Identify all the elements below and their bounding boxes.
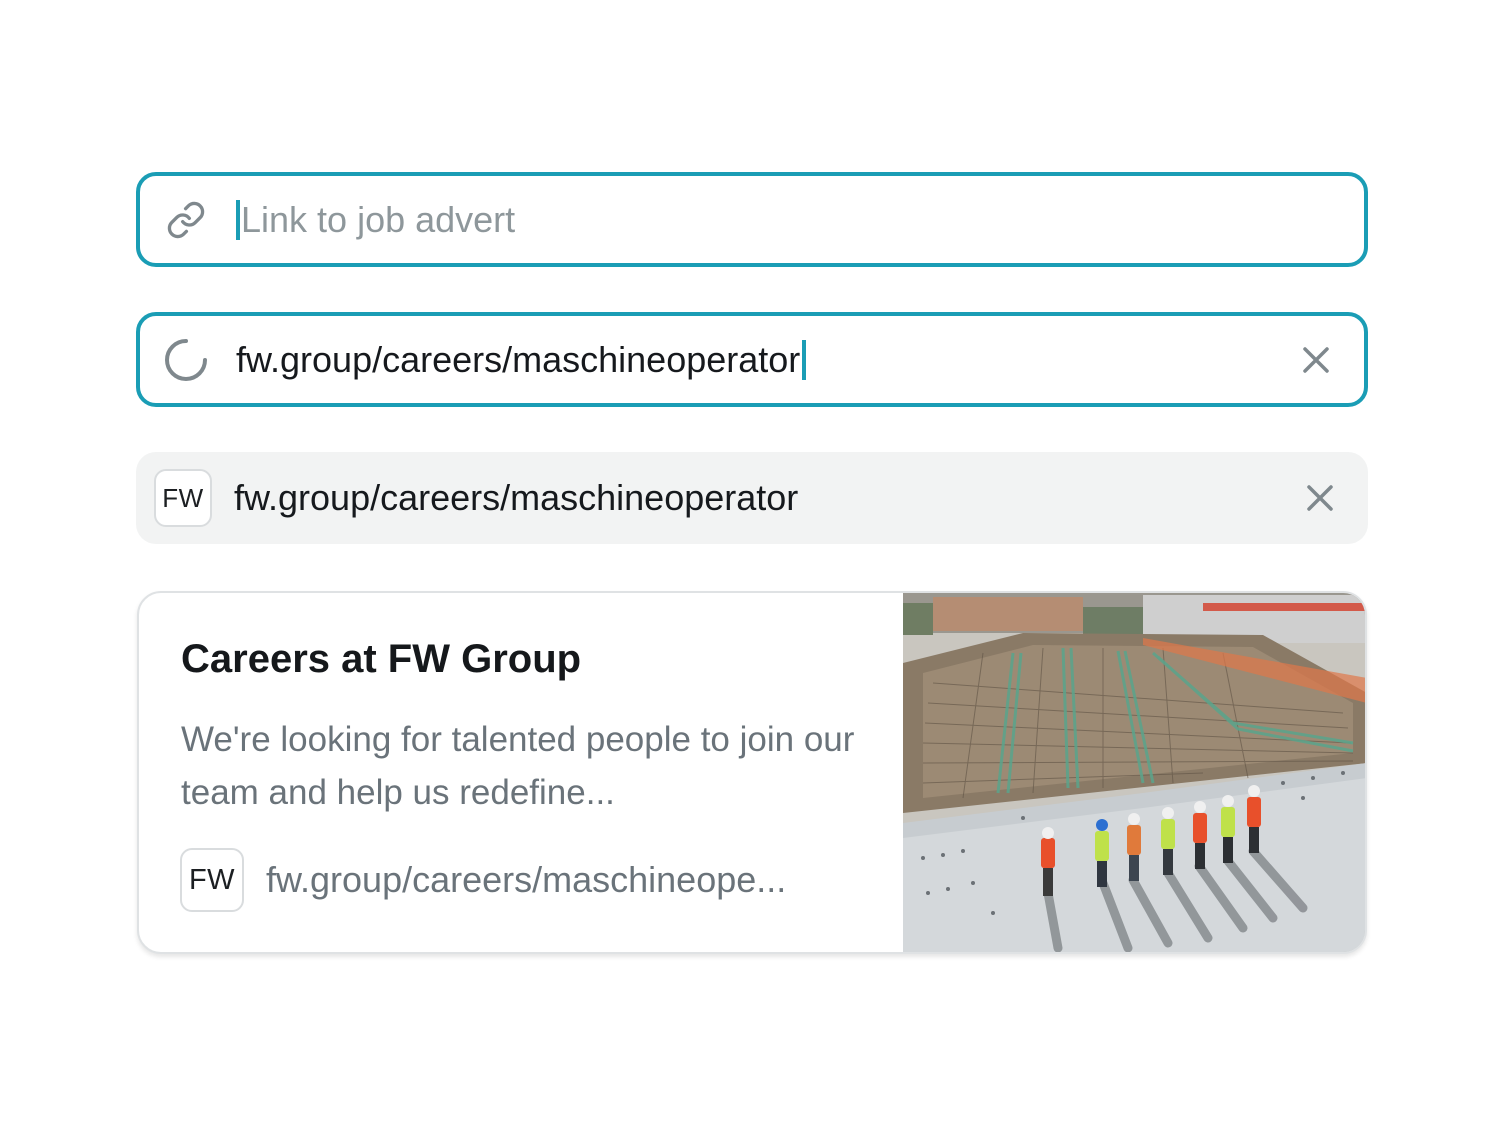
link-preview-card[interactable]: Careers at FW Group We're looking for ta… <box>137 591 1367 954</box>
text-caret <box>236 199 240 240</box>
text-caret <box>802 339 807 380</box>
job-link-input-filled[interactable]: FW fw.group/careers/maschineoperator <box>136 452 1368 544</box>
preview-title: Careers at FW Group <box>181 637 582 681</box>
clear-button[interactable] <box>1298 342 1334 378</box>
fw-favicon-badge: FW <box>154 469 212 527</box>
job-link-input-empty[interactable]: Link to job advert <box>136 172 1368 267</box>
site-favicon: FW <box>152 467 214 529</box>
construction-site-image <box>903 593 1365 952</box>
job-link-input-text[interactable]: Link to job advert <box>236 198 515 242</box>
job-link-placeholder: Link to job advert <box>241 198 516 240</box>
spinner-icon <box>162 336 210 384</box>
clear-button[interactable] <box>1302 480 1338 516</box>
preview-description: We're looking for talented people to joi… <box>181 720 855 812</box>
preview-url: fw.group/careers/maschineope... <box>266 859 787 900</box>
job-link-input-loading[interactable]: fw.group/careers/maschineoperator <box>136 312 1368 407</box>
preview-source: FW fw.group/careers/maschineope... <box>180 848 786 912</box>
link-icon <box>162 196 210 244</box>
close-icon <box>1303 346 1329 373</box>
job-link-value: fw.group/careers/maschineoperator <box>236 338 801 380</box>
close-icon <box>1307 485 1333 511</box>
job-link-value[interactable]: fw.group/careers/maschineoperator <box>234 476 798 520</box>
fw-favicon-badge: FW <box>180 848 244 912</box>
job-link-input-text[interactable]: fw.group/careers/maschineoperator <box>236 338 807 382</box>
